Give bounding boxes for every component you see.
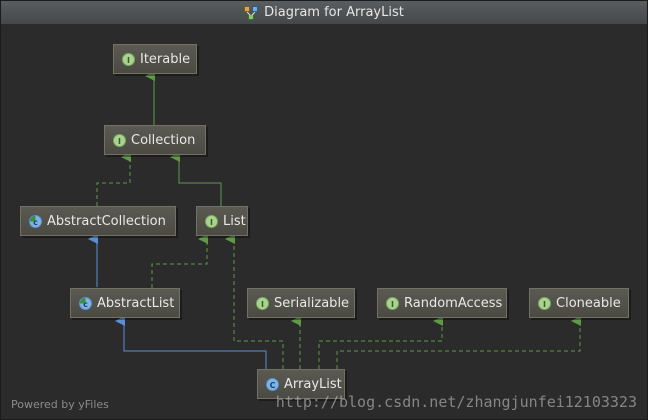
- edge-arraylist-abstractlist: [115, 316, 267, 369]
- edge-abstractcollection-collection: [96, 152, 131, 206]
- node-label: RandomAccess: [404, 295, 503, 311]
- diagram-icon: [244, 5, 259, 20]
- class-icon: C: [266, 377, 279, 391]
- node-serializable[interactable]: I Serializable: [247, 288, 355, 318]
- node-label: Iterable: [140, 51, 191, 67]
- node-collection[interactable]: I Collection: [104, 125, 206, 155]
- diagram-window: Diagram for ArrayList I Iterable I Colle…: [0, 0, 648, 420]
- node-label: AbstractList: [97, 295, 175, 311]
- abstract-class-icon: c: [79, 296, 92, 310]
- abstract-class-icon: c: [29, 214, 42, 228]
- node-cloneable[interactable]: I Cloneable: [529, 288, 629, 318]
- interface-icon: I: [256, 296, 269, 310]
- interface-icon: I: [386, 296, 399, 310]
- interface-icon: I: [113, 133, 126, 147]
- edge-arraylist-cloneable: [336, 316, 581, 369]
- node-list[interactable]: I List: [196, 206, 248, 236]
- node-label: Serializable: [274, 295, 350, 311]
- node-iterable[interactable]: I Iterable: [113, 44, 197, 74]
- node-abstract-collection[interactable]: c AbstractCollection: [20, 206, 176, 236]
- edge-abstractlist-list: [151, 234, 208, 288]
- window-title: Diagram for ArrayList: [264, 5, 404, 20]
- node-label: List: [223, 213, 246, 229]
- node-label: Cloneable: [556, 295, 621, 311]
- diagram-canvas[interactable]: I Iterable I Collection c AbstractCollec…: [1, 25, 647, 419]
- node-random-access[interactable]: I RandomAccess: [377, 288, 507, 318]
- node-label: AbstractCollection: [47, 213, 166, 229]
- node-label: Collection: [131, 132, 196, 148]
- watermark-text: http://blog.csdn.net/zhangjunfei12103323: [275, 393, 637, 411]
- edge-list-collection: [170, 152, 222, 206]
- powered-by-label: Powered by yFiles: [11, 398, 109, 411]
- interface-icon: I: [122, 52, 135, 66]
- interface-icon: I: [205, 214, 218, 228]
- node-abstract-list[interactable]: c AbstractList: [70, 288, 180, 318]
- interface-icon: I: [538, 296, 551, 310]
- node-label: ArrayList: [284, 376, 342, 392]
- title-bar: Diagram for ArrayList: [1, 1, 647, 25]
